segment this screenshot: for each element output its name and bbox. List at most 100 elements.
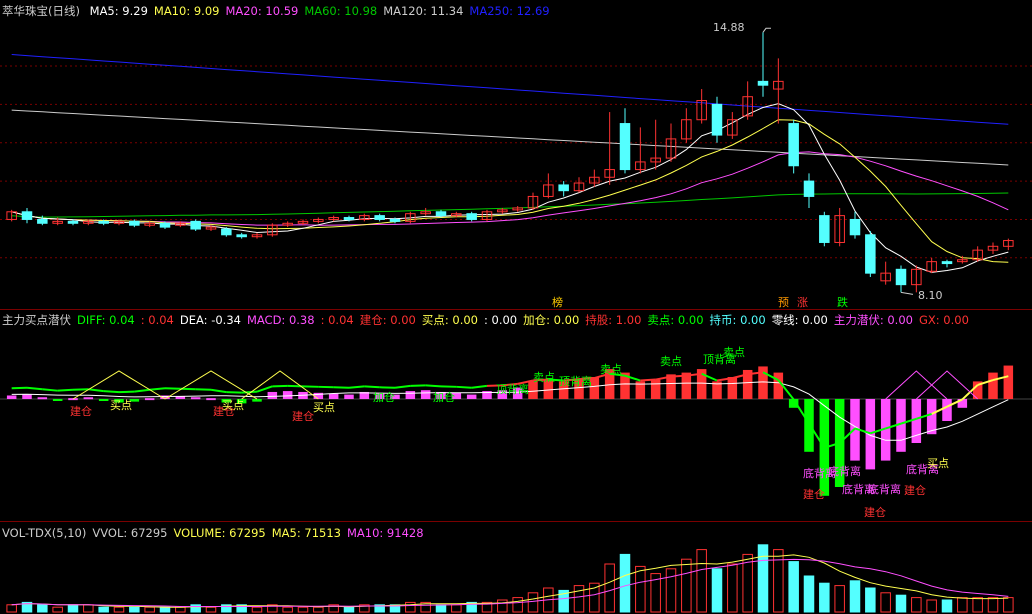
candle-body [190, 220, 201, 230]
volume-bar [297, 606, 309, 613]
ma120-line [11, 109, 1009, 166]
volume-bar [957, 597, 968, 613]
macd-bar [190, 397, 201, 400]
price-indicator-1[interactable]: MA10: 9.09 [154, 4, 220, 18]
macd-bar [942, 399, 952, 421]
volume-bar [619, 553, 631, 613]
signal-sell-1: 卖点 [533, 371, 555, 384]
macd-indicator-8[interactable]: : 0.00 [484, 313, 517, 327]
macd-bar [98, 399, 109, 401]
volume-bar [1003, 597, 1014, 613]
macd-panel-header: 主力买点潜伏 DIFF: 0.04 : 0.04 DEA: -0.34 MACD: 0.… [2, 312, 981, 328]
volume-bar [451, 604, 462, 613]
signal-buy-2: 买点 [222, 399, 244, 412]
diff-line-seg [640, 378, 656, 382]
ma5-line [11, 103, 1009, 273]
volume-panel-header: VOL-TDX(5,10) VVOL: 67295 VOLUME: 67295 MA5… [2, 525, 436, 541]
vol-indicator-1[interactable]: VVOL: 67295 [92, 526, 167, 540]
candle-body [849, 218, 861, 236]
candle-body [803, 180, 815, 197]
panel-divider-top [0, 309, 1032, 310]
panel-divider-bottom [0, 521, 1032, 522]
macd-indicator-10[interactable]: 持股: 1.00 [585, 313, 641, 327]
volume-bar [834, 585, 845, 613]
signal-bottom-div-2: 底背离 [828, 465, 861, 478]
price-indicator-0[interactable]: MA5: 9.29 [90, 4, 148, 18]
macd-indicator-4[interactable]: MACD: 0.38 [247, 313, 315, 327]
volume-bar [343, 606, 355, 613]
macd-bar [52, 399, 63, 401]
accumulation-triangle [885, 370, 948, 400]
macd-bar [420, 390, 431, 399]
macd-bar [1003, 365, 1014, 399]
vol-indicator-3[interactable]: MA5: 71513 [272, 526, 341, 540]
volume-bar [6, 604, 17, 613]
signal-build-5: 建仓 [864, 506, 886, 519]
volume-bar [251, 606, 263, 613]
candle-body [159, 222, 171, 228]
candle-body [37, 218, 48, 224]
macd-indicator-7[interactable]: 买点: 0.00 [422, 313, 478, 327]
macd-indicator-12[interactable]: 持币: 0.00 [710, 313, 766, 327]
macd-bar [758, 366, 768, 399]
macd-indicator-9[interactable]: 加仓: 0.00 [523, 313, 579, 327]
macd-indicator-11[interactable]: 卖点: 0.00 [647, 313, 703, 327]
macd-bar [650, 379, 661, 399]
volume-bar [527, 592, 539, 613]
price-indicator-5[interactable]: MA250: 12.69 [469, 4, 549, 18]
candle-body [21, 211, 33, 220]
macd-indicator-3[interactable]: DEA: -0.34 [180, 313, 241, 327]
price-indicator-2[interactable]: MA20: 10.59 [225, 4, 298, 18]
macd-bar [267, 391, 278, 399]
macd-bar [405, 391, 416, 399]
price-panel-header: 萃华珠宝(日线) MA5: 9.29 MA10: 9.09 MA20: 10.59 M… [2, 3, 562, 19]
macd-indicator-15[interactable]: GX: 0.00 [919, 313, 969, 327]
volume-bar [190, 604, 201, 613]
volume-bar [573, 585, 585, 613]
macd-indicator-14[interactable]: 主力潜伏: 0.00 [834, 313, 913, 327]
price-indicator-4[interactable]: MA120: 11.34 [383, 4, 463, 18]
diff-line-seg [348, 385, 365, 389]
macd-bar [144, 398, 155, 401]
signal-add-1: 加仓 [373, 391, 395, 404]
candle-body [466, 213, 477, 220]
signal-buy-1: 买点 [110, 399, 132, 412]
stock-title[interactable]: 萃华珠宝(日线) [2, 4, 80, 18]
signal-buy-4: 买点 [927, 457, 949, 470]
volume-bar [37, 604, 48, 613]
flag-bang: 榜 [552, 296, 563, 309]
macd-indicator-0[interactable]: 主力买点潜伏 [2, 313, 71, 327]
candle-body [435, 211, 447, 217]
macd-indicator-5[interactable]: : 0.04 [321, 313, 354, 327]
macd-indicator-13[interactable]: 零线: 0.00 [772, 313, 828, 327]
volume-bar [727, 563, 738, 613]
candle-body [343, 217, 355, 220]
volume-bar [941, 599, 953, 613]
macd-indicator-2[interactable]: : 0.04 [141, 313, 174, 327]
candle-body [788, 123, 799, 167]
volume-bar [926, 599, 937, 613]
diff-line-seg [103, 390, 120, 394]
macd-bar [528, 381, 538, 399]
volume-bar [282, 606, 293, 613]
diff-line-seg [88, 388, 104, 393]
signal-build-4: 建仓 [803, 488, 825, 501]
volume-bar [681, 558, 692, 613]
volume-bar [405, 601, 416, 613]
volume-bar [972, 597, 983, 613]
diff-line-seg [57, 388, 74, 392]
vol-indicator-4[interactable]: MA10: 91428 [347, 526, 424, 540]
candle-body [865, 234, 876, 274]
volume-bar [865, 587, 876, 613]
volume-bar [67, 604, 79, 613]
vol-indicator-2[interactable]: VOLUME: 67295 [173, 526, 265, 540]
macd-indicator-1[interactable]: DIFF: 0.04 [77, 313, 135, 327]
macd-indicator-6[interactable]: 建仓: 0.00 [360, 313, 416, 327]
vol-indicator-0[interactable]: VOL-TDX(5,10) [2, 526, 86, 540]
price-indicator-3[interactable]: MA60: 10.98 [304, 4, 377, 18]
candle-body [129, 220, 140, 226]
macd-bar [727, 377, 738, 399]
diff-line-seg [670, 374, 687, 378]
diff-line-seg [471, 384, 488, 389]
candle-body [67, 220, 79, 224]
